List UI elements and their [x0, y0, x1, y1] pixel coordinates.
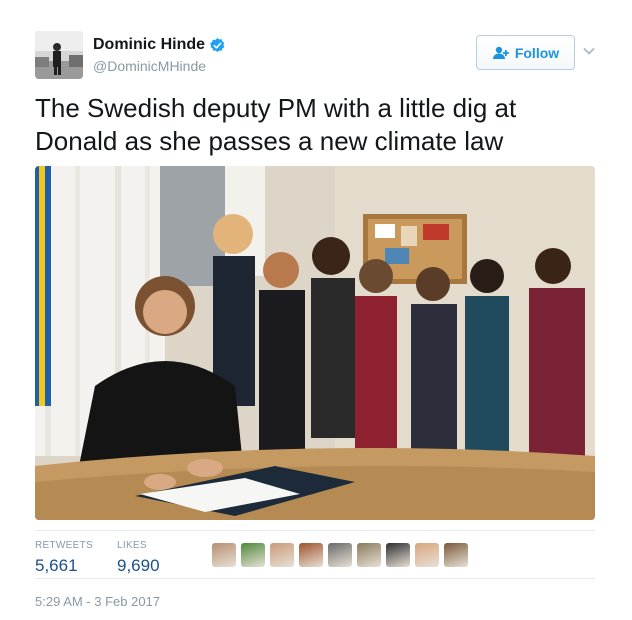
tweet-photo[interactable] [35, 166, 595, 520]
liker-avatar[interactable] [328, 543, 352, 567]
retweets-label: RETWEETS [35, 540, 93, 551]
liker-avatar[interactable] [270, 543, 294, 567]
tweet-timestamp[interactable]: 5:29 AM - 3 Feb 2017 [35, 594, 160, 609]
liker-avatar[interactable] [415, 543, 439, 567]
divider-top [35, 530, 595, 531]
retweets-count: 5,661 [35, 556, 78, 575]
retweets-stat[interactable]: RETWEETS 5,661 [35, 540, 93, 576]
divider-bottom [35, 578, 595, 579]
likes-label: LIKES [117, 540, 147, 551]
liker-avatar[interactable] [444, 543, 468, 567]
likes-stat[interactable]: LIKES 9,690 [117, 540, 160, 576]
liker-avatar[interactable] [386, 543, 410, 567]
likers-avatar-list [212, 543, 473, 567]
add-user-icon [492, 46, 510, 60]
tweet-text: The Swedish deputy PM with a little dig … [35, 93, 517, 156]
follow-button[interactable]: Follow [476, 35, 575, 70]
author-avatar[interactable] [35, 31, 83, 79]
author-handle[interactable]: @DominicMHinde [93, 58, 206, 74]
verified-badge-icon [209, 37, 226, 54]
follow-button-label: Follow [514, 44, 560, 61]
author-display-name[interactable]: Dominic Hinde [93, 36, 205, 54]
liker-avatar[interactable] [241, 543, 265, 567]
chevron-down-icon[interactable] [582, 44, 596, 58]
liker-avatar[interactable] [212, 543, 236, 567]
likes-count: 9,690 [117, 556, 160, 575]
author-name-row[interactable]: Dominic Hinde [93, 36, 226, 54]
liker-avatar[interactable] [299, 543, 323, 567]
tweet-card: Dominic Hinde @DominicMHinde Follow The … [0, 0, 632, 620]
liker-avatar[interactable] [357, 543, 381, 567]
